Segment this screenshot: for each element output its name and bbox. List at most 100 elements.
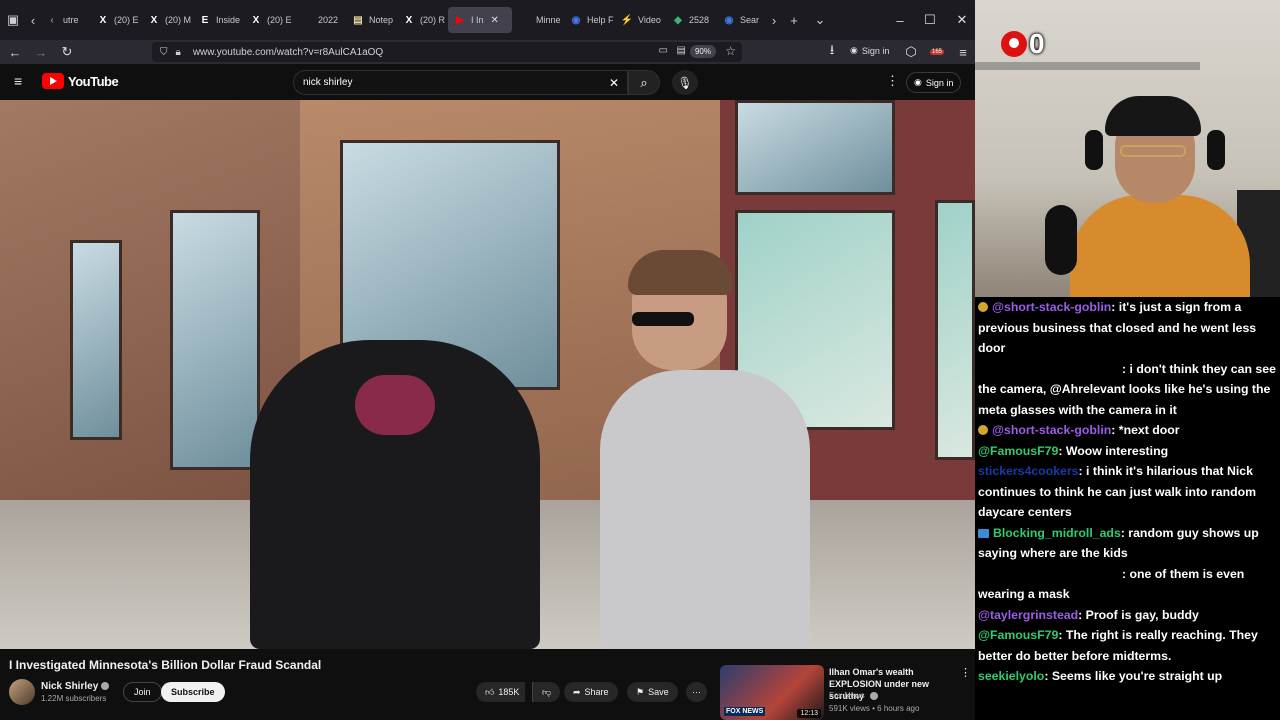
save-button[interactable]: ⚑ Save xyxy=(627,682,678,702)
download-icon[interactable]: ⭳ xyxy=(819,40,845,64)
browser-tab[interactable]: ◆ 2528 xyxy=(666,7,716,33)
chat-text: : Proof is gay, buddy xyxy=(1078,607,1199,622)
tab-overview-icon[interactable]: ▣ xyxy=(0,6,26,34)
browser-tab[interactable]: X (20) E xyxy=(91,7,141,33)
browser-tab[interactable]: E Inside xyxy=(193,7,243,33)
tab-label: Notep xyxy=(369,15,394,25)
tab-favicon-icon: ‹ xyxy=(50,14,54,26)
clear-search-icon[interactable]: ✕ xyxy=(609,76,619,90)
notification-badge[interactable]: 165 xyxy=(924,40,950,64)
chat-text: : i don't think they can see the camera,… xyxy=(978,361,1276,417)
reader-view-icon[interactable]: ▤ xyxy=(677,45,686,56)
microphone-icon: 🎙︎ xyxy=(677,75,693,90)
browser-tab[interactable]: X (20) E xyxy=(244,7,294,33)
browser-signin-button[interactable]: ◉ Sign in xyxy=(850,45,889,56)
thumbs-up-icon: 👍︎ xyxy=(485,686,495,697)
maximize-icon[interactable]: ☐ xyxy=(914,0,946,40)
lock-icon[interactable]: 🔒︎ xyxy=(176,47,181,58)
browser-window: ▣ ‹ ‹ utre X (20) E X (20) M E Inside X (20) E 202… xyxy=(0,0,975,720)
chat-username[interactable]: stickers4cookers xyxy=(978,464,1079,478)
channel-name[interactable]: Nick Shirley xyxy=(41,681,98,692)
verified-icon xyxy=(869,691,878,700)
forward-arrow-icon[interactable]: → xyxy=(28,40,54,64)
fox-news-logo: FOX NEWS xyxy=(724,707,766,716)
back-arrow-icon[interactable]: ← xyxy=(2,40,28,64)
hamburger-menu-icon[interactable]: ≡ xyxy=(14,73,22,89)
video-scene-window xyxy=(170,210,260,470)
more-actions-button[interactable]: ⋯ xyxy=(686,682,707,702)
shield-icon[interactable]: ⛉ xyxy=(160,47,168,58)
more-options-icon[interactable]: ⋮ xyxy=(960,666,971,679)
browser-tab[interactable]: ▤ Notep xyxy=(346,7,396,33)
close-tab-icon[interactable]: ✕ xyxy=(491,15,499,26)
browser-tab[interactable]: ◉ Help F xyxy=(564,7,614,33)
close-window-icon[interactable]: ✕ xyxy=(946,0,975,40)
bookmark-star-icon[interactable]: ☆ xyxy=(725,44,736,58)
chat-message: @short-stack-goblin: *next door xyxy=(978,420,1277,441)
search-button[interactable]: ⌕ xyxy=(628,70,660,95)
chat-username[interactable]: seekielyolo xyxy=(978,669,1044,683)
share-button[interactable]: ➦ Share xyxy=(564,682,618,702)
reload-icon[interactable]: ↻ xyxy=(54,40,80,64)
picture-in-picture-icon[interactable]: ▭ xyxy=(659,45,668,56)
channel-name-container[interactable]: Nick Shirley xyxy=(41,681,110,692)
youtube-logo[interactable]: YouTube xyxy=(42,73,119,89)
video-player[interactable] xyxy=(0,100,975,649)
account-circle-icon: ◉ xyxy=(914,77,922,87)
webcam-scene-headphone xyxy=(1085,130,1103,170)
url-bar[interactable]: ⛉ 🔒︎ www.youtube.com/watch?v=r8AulCA1aOQ… xyxy=(152,42,742,62)
browser-tab[interactable]: ⚡ Video xyxy=(615,7,665,33)
webcam-scene-shelf xyxy=(975,62,1200,70)
browser-tab[interactable]: ◉ Sear xyxy=(717,7,767,33)
chat-username[interactable]: Blocking_midroll_ads xyxy=(993,526,1121,540)
tab-label: (20) M xyxy=(165,15,192,25)
dislike-button[interactable]: 👎︎ xyxy=(532,682,561,702)
stream-overlay: 0 @short-stack-goblin: it's just a sign … xyxy=(975,0,1280,720)
webcam-feed: 0 xyxy=(975,0,1280,297)
browser-tab[interactable]: X (20) M xyxy=(142,7,192,33)
browser-tab[interactable]: Minne xyxy=(513,7,563,33)
subscriber-count: 1.22M subscribers xyxy=(41,694,107,703)
extensions-icon[interactable]: ⬡ xyxy=(898,40,924,64)
subscribe-button[interactable]: Subscribe xyxy=(161,682,225,702)
zoom-level[interactable]: 90% xyxy=(689,45,716,58)
tab-bar: ▣ ‹ ‹ utre X (20) E X (20) M E Inside X (20) E 202… xyxy=(0,0,975,40)
tab-favicon-icon: ◉ xyxy=(724,14,734,26)
browser-tab[interactable]: 2022 xyxy=(295,7,345,33)
more-options-icon[interactable]: ⋮ xyxy=(886,73,899,89)
recommended-video-channel-container[interactable]: Fox News xyxy=(829,691,878,700)
chat-username[interactable]: @FamousF79 xyxy=(978,444,1058,458)
tab-label: Inside xyxy=(216,15,241,25)
chevron-right-icon[interactable]: › xyxy=(767,6,781,34)
youtube-play-icon xyxy=(42,73,64,89)
new-tab-icon[interactable]: + xyxy=(781,6,807,34)
video-scene-door xyxy=(935,200,975,460)
youtube-header: ≡ YouTube nick shirley ✕ ⌕ 🎙︎ ⋮ ◉ Sign i… xyxy=(0,64,975,100)
url-text[interactable]: www.youtube.com/watch?v=r8AulCA1aOQ xyxy=(193,47,383,58)
join-button[interactable]: Join xyxy=(123,682,162,702)
webcam-scene-glasses xyxy=(1120,145,1186,157)
chat-username[interactable]: @short-stack-goblin xyxy=(992,300,1111,314)
search-input[interactable]: nick shirley ✕ xyxy=(293,70,628,95)
chat-username[interactable]: @short-stack-goblin xyxy=(992,423,1111,437)
recommended-video-channel[interactable]: Fox News xyxy=(829,691,865,700)
chat-username[interactable]: @taylergrinstead xyxy=(978,608,1078,622)
youtube-signin-button[interactable]: ◉ Sign in xyxy=(906,72,962,93)
tab-list-chevron-down-icon[interactable]: ⌄ xyxy=(807,6,833,34)
minimize-icon[interactable]: – xyxy=(884,0,916,40)
voice-search-button[interactable]: 🎙︎ xyxy=(672,70,698,95)
channel-avatar[interactable] xyxy=(9,679,35,705)
recommended-video-thumbnail[interactable]: FOX NEWS 12:13 xyxy=(720,665,824,720)
chat-username[interactable]: @FamousF79 xyxy=(978,628,1058,642)
tab-favicon-icon: ◉ xyxy=(571,14,581,26)
like-button[interactable]: 👍︎ 185K xyxy=(476,682,526,702)
tab-favicon-icon xyxy=(301,14,313,26)
browser-tab[interactable]: X (20) R xyxy=(397,7,447,33)
menu-icon[interactable]: ≡ xyxy=(950,40,975,64)
recommended-video[interactable]: FOX NEWS 12:13 Ilhan Omar's wealth EXPLO… xyxy=(720,664,975,720)
chevron-left-icon[interactable]: ‹ xyxy=(26,6,40,34)
chat-badge-gold-icon xyxy=(978,425,988,435)
share-arrow-icon: ➦ xyxy=(573,686,581,697)
browser-tab[interactable]: ‹ utre xyxy=(40,7,90,33)
browser-tab[interactable]: ▶ I In ✕ xyxy=(448,7,512,33)
